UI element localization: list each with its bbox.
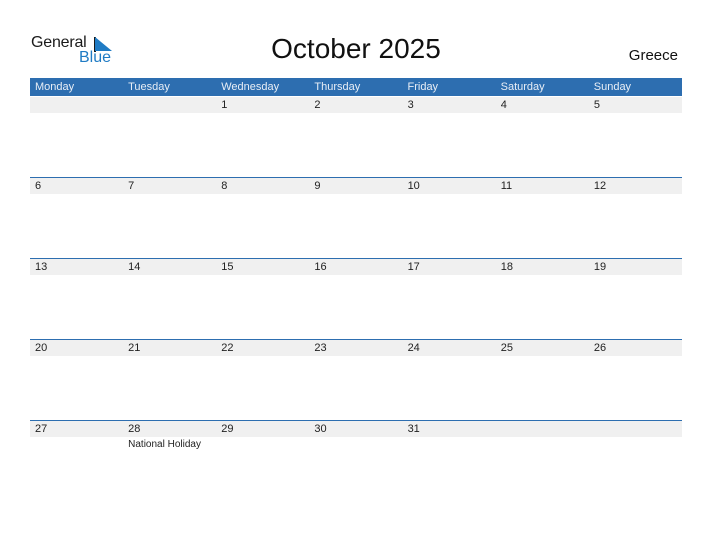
day-number: 1 xyxy=(221,99,228,111)
day-cell: 22 xyxy=(216,340,309,421)
day-cell: 19 xyxy=(589,259,682,340)
day-cell: 4 xyxy=(496,97,589,178)
calendar-week: 20 21 22 23 24 25 26 xyxy=(30,339,682,421)
day-cell: 13 xyxy=(30,259,123,340)
day-number: 16 xyxy=(314,261,327,273)
day-number: 20 xyxy=(35,342,48,354)
page-title: October 2025 xyxy=(271,33,441,64)
day-number: 2 xyxy=(314,99,321,111)
day-cell: 8 xyxy=(216,178,309,259)
day-cell: 31 xyxy=(403,421,496,502)
calendar-week: 13 14 15 16 17 18 19 xyxy=(30,258,682,340)
day-number: 22 xyxy=(221,342,234,354)
day-cell: 14 xyxy=(123,259,216,340)
weekday-monday: Monday xyxy=(35,81,75,93)
day-number: 11 xyxy=(500,180,513,192)
day-cell xyxy=(123,97,216,178)
day-number: 28 xyxy=(128,423,141,435)
day-cell: 30 xyxy=(309,421,402,502)
day-cell: 29 xyxy=(216,421,309,502)
day-cell: 6 xyxy=(30,178,123,259)
day-number: 8 xyxy=(221,180,228,192)
day-number: 13 xyxy=(35,261,48,273)
weekday-sunday: Sunday xyxy=(593,81,632,93)
day-cell: 1 xyxy=(216,97,309,178)
day-number: 9 xyxy=(314,180,321,192)
weekday-saturday: Saturday xyxy=(500,81,545,93)
day-number: 23 xyxy=(314,342,327,354)
day-number: 25 xyxy=(500,342,513,354)
weekday-thursday: Thursday xyxy=(314,81,361,93)
day-cell: 18 xyxy=(496,259,589,340)
weekday-header: Monday Tuesday Wednesday Thursday Friday… xyxy=(30,78,682,96)
calendar-week: 27 28 National Holiday 29 30 31 xyxy=(30,420,682,502)
day-number: 21 xyxy=(128,342,141,354)
day-cell: 10 xyxy=(403,178,496,259)
day-cell: 25 xyxy=(496,340,589,421)
weekday-friday: Friday xyxy=(407,81,439,93)
day-cell: 12 xyxy=(589,178,682,259)
day-cell: 16 xyxy=(309,259,402,340)
day-number: 31 xyxy=(407,423,420,435)
day-number: 15 xyxy=(221,261,234,273)
day-cell: 21 xyxy=(123,340,216,421)
day-number: 30 xyxy=(314,423,327,435)
day-cell: 7 xyxy=(123,178,216,259)
day-number: 5 xyxy=(593,99,600,111)
day-number: 29 xyxy=(221,423,234,435)
day-cell: 26 xyxy=(589,340,682,421)
day-cell: 27 xyxy=(30,421,123,502)
day-cell xyxy=(30,97,123,178)
calendar-week: 1 2 3 4 5 xyxy=(30,97,682,178)
holiday-label: National Holiday xyxy=(128,439,201,450)
day-number: 4 xyxy=(500,99,507,111)
day-number: 26 xyxy=(593,342,607,354)
day-number: 19 xyxy=(593,261,607,273)
day-number: 14 xyxy=(128,261,141,273)
day-number: 24 xyxy=(407,342,420,354)
calendar-week: 6 7 8 9 10 11 12 xyxy=(30,177,682,259)
day-cell: 11 xyxy=(496,178,589,259)
day-cell: 20 xyxy=(30,340,123,421)
day-cell xyxy=(496,421,589,502)
day-cell: 15 xyxy=(216,259,309,340)
day-cell: 28 National Holiday xyxy=(123,421,216,502)
weekday-tuesday: Tuesday xyxy=(128,81,170,93)
day-cell xyxy=(589,421,682,502)
day-cell: 3 xyxy=(403,97,496,178)
day-number: 6 xyxy=(35,180,42,192)
day-cell: 23 xyxy=(309,340,402,421)
day-number: 27 xyxy=(35,423,48,435)
day-number: 12 xyxy=(593,180,607,192)
day-number: 10 xyxy=(407,180,420,192)
day-cell: 9 xyxy=(309,178,402,259)
day-cell: 24 xyxy=(403,340,496,421)
day-number: 17 xyxy=(407,261,420,273)
day-cell: 17 xyxy=(403,259,496,340)
day-number: 3 xyxy=(407,99,414,111)
day-number: 18 xyxy=(500,261,513,273)
country-label: Greece xyxy=(628,47,678,64)
day-cell: 2 xyxy=(309,97,402,178)
day-number: 7 xyxy=(128,180,135,192)
day-cell: 5 xyxy=(589,97,682,178)
weekday-wednesday: Wednesday xyxy=(221,81,280,93)
